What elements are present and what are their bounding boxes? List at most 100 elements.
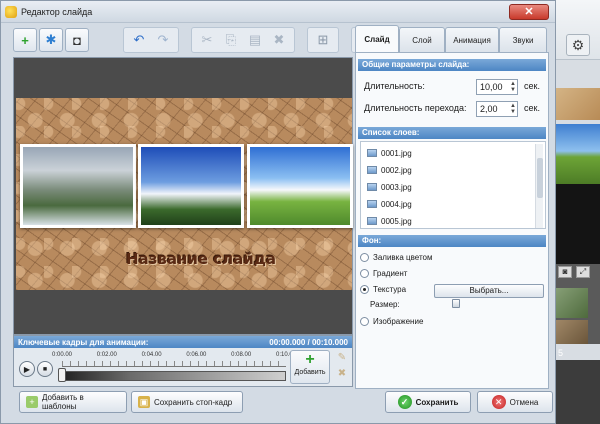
- transition-label: Длительность перехода:: [364, 103, 467, 113]
- gear-icon[interactable]: ⚙: [566, 34, 590, 56]
- duration-unit: сек.: [524, 81, 540, 91]
- save-button[interactable]: ✓ Сохранить: [385, 391, 471, 413]
- image-icon: [367, 183, 377, 191]
- image-icon: [367, 166, 377, 174]
- align-group: ⊞: [307, 27, 339, 53]
- list-item[interactable]: 0004.jpg: [367, 197, 412, 211]
- copy-icon[interactable]: ⎘: [220, 29, 242, 51]
- duration-input[interactable]: 10,00 ▲ ▼: [476, 79, 518, 95]
- save-label: Сохранить: [415, 397, 459, 407]
- add-layer-button[interactable]: +: [13, 28, 37, 52]
- cancel-label: Отмена: [509, 397, 539, 407]
- transition-input[interactable]: 2,00 ▲ ▼: [476, 101, 518, 117]
- list-item[interactable]: 0001.jpg: [367, 146, 412, 160]
- radio-dot[interactable]: [360, 285, 369, 294]
- checkmark-icon: ✓: [397, 395, 412, 409]
- layer-name: 0004.jpg: [381, 199, 412, 209]
- keyframes-title: Ключевые кадры для анимации:: [18, 337, 149, 347]
- radio-label: Градиент: [373, 269, 408, 278]
- cut-icon[interactable]: ✂: [196, 29, 218, 51]
- tick-label: 0:02.00: [96, 352, 117, 358]
- tabs: Слайд Слой Анимация Звуки: [355, 25, 549, 53]
- fullscreen-icon[interactable]: ⤢: [576, 266, 590, 278]
- choose-texture-button[interactable]: Выбрать...: [434, 284, 544, 298]
- layer-name: 0005.jpg: [381, 216, 412, 226]
- list-item[interactable]: 0005.jpg: [367, 214, 412, 228]
- layer-photo-sky[interactable]: [138, 144, 244, 228]
- list-item[interactable]: 0003.jpg: [367, 180, 412, 194]
- image-icon: [367, 200, 377, 208]
- layer-photo-mountains[interactable]: [20, 144, 136, 228]
- size-label: Размер:: [370, 300, 400, 309]
- spin-arrows-icon[interactable]: ▲ ▼: [510, 103, 516, 115]
- keyframes-header: Ключевые кадры для анимации: 00:00.000 /…: [14, 336, 352, 348]
- app-icon: [5, 5, 17, 18]
- tick-label: 0:08.00: [231, 352, 252, 358]
- layers-scrollbar[interactable]: [535, 144, 543, 228]
- tick-label: 0:00.00: [51, 352, 73, 358]
- tab-sounds[interactable]: Звуки: [499, 27, 547, 53]
- radio-gradient[interactable]: Градиент: [360, 269, 407, 278]
- bottom-bar: + Добавить в шаблоны ▣ Сохранить стоп-ка…: [13, 391, 553, 417]
- keyframe-delete-icon[interactable]: ✖: [334, 368, 350, 379]
- save-frame-label: Сохранить стоп-кадр: [154, 397, 233, 407]
- tab-slide[interactable]: Слайд: [355, 25, 399, 53]
- tab-animation[interactable]: Анимация: [445, 27, 499, 53]
- image-icon: [367, 149, 377, 157]
- layer-name: 0001.jpg: [381, 148, 412, 158]
- redo-icon[interactable]: ↷: [152, 29, 174, 51]
- image-icon: [367, 217, 377, 225]
- delete-icon[interactable]: ✖: [268, 29, 290, 51]
- keyframes-panel: Ключевые кадры для анимации: 00:00.000 /…: [13, 335, 353, 387]
- align-icon[interactable]: ⊞: [312, 29, 334, 51]
- layers-header: Список слоев:: [358, 127, 546, 139]
- timeline-track[interactable]: [62, 371, 286, 381]
- stop-button[interactable]: ■: [37, 361, 53, 377]
- tab-layer[interactable]: Слой: [399, 27, 445, 53]
- duration-label: Длительность:: [364, 81, 425, 91]
- size-slider[interactable]: [452, 299, 460, 308]
- background-counter: 5: [558, 348, 564, 358]
- layer-photo-field[interactable]: [247, 144, 353, 228]
- radio-dot[interactable]: [360, 317, 369, 326]
- radio-fill-color[interactable]: Заливка цветом: [360, 253, 432, 262]
- cancel-icon: ✕: [491, 395, 506, 409]
- timeline-playhead[interactable]: [58, 368, 66, 382]
- radio-label: Текстура: [373, 285, 407, 294]
- slide-title-text[interactable]: Название слайда: [126, 250, 276, 268]
- panel-body: Общие параметры слайда: Длительность: 10…: [355, 52, 549, 389]
- radio-texture[interactable]: Текстура: [360, 285, 406, 294]
- timeline[interactable]: 0:00.00 0:02.00 0:04.00 0:06.00 0:08.00 …: [52, 352, 296, 382]
- scrollbar-thumb[interactable]: [537, 158, 543, 198]
- toolbar: + ✱ ◘ ↶ ↷ ✂ ⎘ ▤ ✖ ⊞ ⇩ ⇧: [13, 27, 407, 53]
- cancel-button[interactable]: ✕ Отмена: [477, 391, 553, 413]
- layers-list[interactable]: 0001.jpg 0002.jpg 0003.jpg 0004.jpg 0005…: [360, 141, 546, 229]
- radio-label: Изображение: [373, 317, 424, 326]
- undo-icon[interactable]: ↶: [128, 29, 150, 51]
- background-thumbnail[interactable]: [552, 288, 588, 318]
- timeline-ticks: [62, 361, 286, 367]
- save-frame-button[interactable]: ▣ Сохранить стоп-кадр: [131, 391, 243, 413]
- radio-dot[interactable]: [360, 269, 369, 278]
- close-button[interactable]: ✕: [509, 3, 549, 20]
- slide-preview: Название слайда: [13, 57, 353, 335]
- radio-dot[interactable]: [360, 253, 369, 262]
- paste-icon[interactable]: ▤: [244, 29, 266, 51]
- spin-arrows-icon[interactable]: ▲ ▼: [510, 81, 516, 93]
- background-thumbnail[interactable]: [552, 320, 588, 344]
- tick-label: 0:06.00: [186, 352, 207, 358]
- keyframe-edit-icon[interactable]: ✎: [334, 352, 350, 363]
- list-item[interactable]: 0002.jpg: [367, 163, 412, 177]
- radio-image[interactable]: Изображение: [360, 317, 423, 326]
- add-to-templates-button[interactable]: + Добавить в шаблоны: [19, 391, 127, 413]
- template-icon: +: [26, 396, 38, 408]
- frame-icon: ▣: [138, 396, 150, 408]
- camera-icon[interactable]: ◙: [558, 266, 572, 278]
- transition-value: 2,00: [480, 104, 498, 114]
- camera-button[interactable]: ◘: [65, 28, 89, 52]
- slide-editor-dialog: Редактор слайда ✕ + ✱ ◘ ↶ ↷ ✂ ⎘ ▤ ✖ ⊞ ⇩ …: [0, 0, 556, 424]
- effect-button[interactable]: ✱: [39, 28, 63, 52]
- add-keyframe-button[interactable]: + Добавить: [290, 350, 330, 384]
- undo-redo-group: ↶ ↷: [123, 27, 179, 53]
- play-button[interactable]: ▶: [19, 361, 35, 377]
